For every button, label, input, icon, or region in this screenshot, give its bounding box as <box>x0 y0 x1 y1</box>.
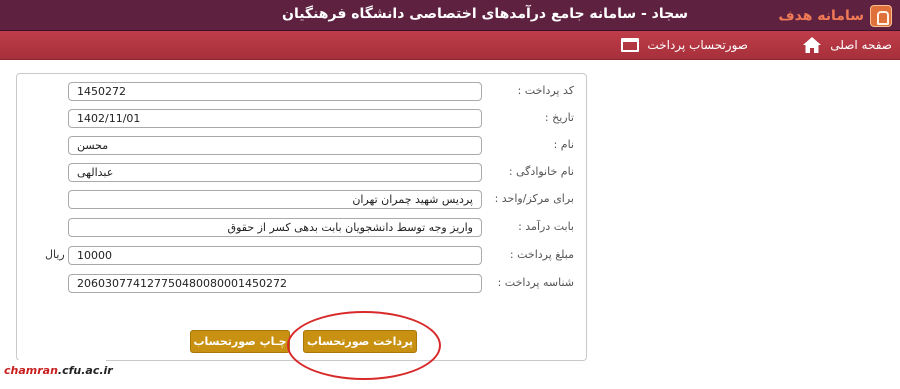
nav-invoice-label: صورتحساب پرداخت <box>647 38 748 52</box>
date-label: تاریخ : <box>544 111 574 124</box>
center-row: برای مرکز/واحد : <box>17 190 586 210</box>
site-watermark: chamran.cfu.ac.ir <box>0 360 113 382</box>
first-name-label: نام : <box>553 138 574 151</box>
amount-field[interactable] <box>68 246 482 265</box>
first-name-field[interactable] <box>68 136 482 155</box>
amount-label: مبلغ پرداخت : <box>509 248 574 261</box>
home-icon <box>803 37 822 53</box>
invoice-panel: کد پرداخت : تاریخ : نام : نام خانوادگی :… <box>16 73 587 361</box>
last-name-row: نام خانوادگی : <box>17 163 586 183</box>
app-title: سجاد - سامانه جامع درآمدهای اختصاصی دانش… <box>282 6 688 22</box>
invoice-window-icon <box>621 38 640 52</box>
watermark-part2: .cfu.ac.ir <box>57 364 113 377</box>
payment-id-row: شناسه پرداخت : <box>17 274 586 294</box>
date-field[interactable] <box>68 109 482 128</box>
last-name-label: نام خانوادگی : <box>508 165 574 178</box>
watermark-part1: chamran <box>4 364 58 377</box>
navigation-bar: صفحه اصلی صورتحساب پرداخت <box>0 31 900 60</box>
payment-code-label: کد پرداخت : <box>517 84 574 97</box>
income-type-row: بابت درآمد : <box>17 218 586 238</box>
center-label: برای مرکز/واحد : <box>494 192 574 205</box>
date-row: تاریخ : <box>17 109 586 129</box>
nav-invoice-link[interactable]: صورتحساب پرداخت <box>621 34 748 56</box>
center-field[interactable] <box>68 190 482 209</box>
payment-code-field[interactable] <box>68 82 482 101</box>
print-invoice-button[interactable]: چـاپ صورتحساب <box>190 330 290 353</box>
last-name-field[interactable] <box>68 163 482 182</box>
pay-invoice-button[interactable]: پرداخت صورتحساب <box>303 330 417 353</box>
payment-id-field[interactable] <box>68 274 482 293</box>
income-type-field[interactable] <box>68 218 482 237</box>
top-header-bar: سامانه هدف سجاد - سامانه جامع درآمدهای ا… <box>0 0 900 31</box>
nav-home-label: صفحه اصلی <box>830 38 892 52</box>
payment-id-label: شناسه پرداخت : <box>497 276 574 289</box>
income-type-label: بابت درآمد : <box>518 220 574 233</box>
amount-row: مبلغ پرداخت : ریال <box>17 246 586 266</box>
first-name-row: نام : <box>17 136 586 156</box>
payment-code-row: کد پرداخت : <box>17 82 586 102</box>
nav-home-link[interactable]: صفحه اصلی <box>802 34 892 56</box>
currency-unit: ریال <box>45 248 65 261</box>
